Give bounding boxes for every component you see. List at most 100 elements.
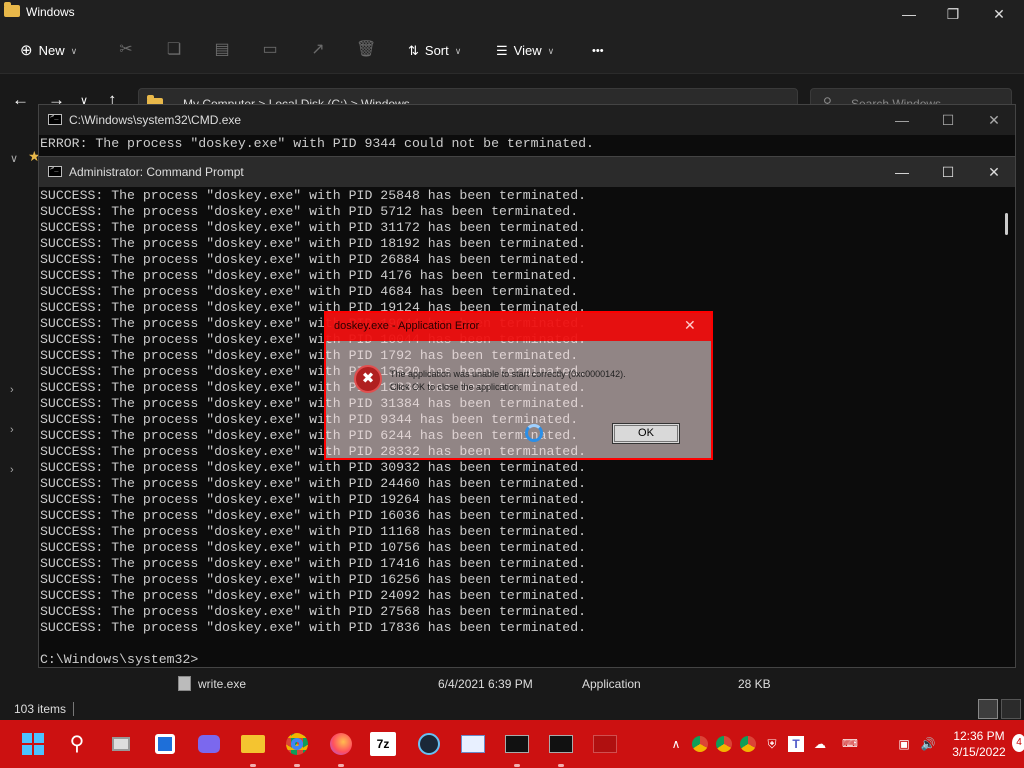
cmd-output-line: ERROR: The process "doskey.exe" with PID… <box>40 136 594 151</box>
sort-label: Sort <box>424 43 449 58</box>
scrollbar-thumb[interactable] <box>1005 213 1008 235</box>
delete-icon[interactable]: 🗑 <box>356 40 376 60</box>
share-icon[interactable]: ↗ <box>308 40 328 60</box>
cmd-output-line: SUCCESS: The process "doskey.exe" with P… <box>40 508 587 523</box>
cmd-output-line: SUCCESS: The process "doskey.exe" with P… <box>40 268 579 283</box>
cmd-titlebar[interactable]: C:\Windows\system32\CMD.exe — ☐ ✕ <box>39 105 1015 135</box>
cmd-output-line: SUCCESS: The process "doskey.exe" with P… <box>40 204 579 219</box>
new-button[interactable]: ⊕ New ∨ <box>20 38 77 64</box>
cmd-output-line: SUCCESS: The process "doskey.exe" with P… <box>40 540 587 555</box>
expand-chevron-icon[interactable]: ∨ <box>10 152 18 165</box>
copy-icon[interactable]: ❏ <box>164 40 184 60</box>
close-icon[interactable]: ✕ <box>684 317 696 334</box>
taskbar: ⚲ 7z ∧ ⛨ T ☁ ⌨ ▣ 🔊 12:36 PM 3/15/2022 4 <box>0 720 1024 768</box>
teams-tray-icon[interactable]: T <box>788 736 804 752</box>
clock-date: 3/15/2022 <box>952 745 1006 759</box>
security-shield-icon[interactable]: ⛨ <box>764 736 780 752</box>
keyboard-icon[interactable]: ⌨ <box>842 736 858 752</box>
widgets-icon[interactable] <box>150 729 180 759</box>
dialog-message-line: The application was unable to start corr… <box>390 369 626 379</box>
cmd-window-back: C:\Windows\system32\CMD.exe — ☐ ✕ ERROR:… <box>38 104 1016 164</box>
minimize-icon[interactable]: — <box>879 105 925 135</box>
ok-button[interactable]: OK <box>612 423 680 444</box>
back-arrow-icon[interactable]: ← <box>12 90 29 110</box>
see-more-button[interactable]: ••• <box>592 38 604 64</box>
cut-icon[interactable]: ✂ <box>116 40 136 60</box>
expand-chevron-icon[interactable]: › <box>10 384 14 396</box>
terminal-icon[interactable] <box>502 729 532 759</box>
cmd-output-line: SUCCESS: The process "doskey.exe" with P… <box>40 588 587 603</box>
clock-time: 12:36 PM <box>953 729 1005 743</box>
sort-button[interactable]: ⇅ Sort ∨ <box>408 38 461 64</box>
start-icon[interactable] <box>18 729 48 759</box>
running-indicator <box>250 764 256 767</box>
chevron-up-icon[interactable]: ∧ <box>668 736 684 752</box>
dialog-titlebar[interactable]: doskey.exe - Application Error ✕ <box>326 313 711 341</box>
cmd-prompt[interactable]: C:\Windows\system32> <box>40 652 198 667</box>
cmd-icon <box>48 164 62 177</box>
minimize-icon[interactable]: — <box>886 0 932 28</box>
chrome-tray-icon[interactable] <box>692 736 708 752</box>
cmd-output-line: SUCCESS: The process "doskey.exe" with P… <box>40 620 587 635</box>
cmd-output-line: SUCCESS: The process "doskey.exe" with P… <box>40 604 587 619</box>
chevron-down-icon: ∨ <box>454 46 462 56</box>
chrome-icon[interactable] <box>282 729 312 759</box>
close-icon[interactable]: ✕ <box>971 157 1015 187</box>
minimize-icon[interactable]: — <box>879 157 925 187</box>
app-icon[interactable] <box>590 729 620 759</box>
view-button[interactable]: ☰ View ∨ <box>496 38 554 64</box>
cmd-title: C:\Windows\system32\CMD.exe <box>69 113 242 127</box>
expand-chevron-icon[interactable]: › <box>10 464 14 476</box>
cmd-output-line: SUCCESS: The process "doskey.exe" with P… <box>40 236 587 251</box>
chevron-down-icon: ∨ <box>547 46 555 56</box>
dialog-title: doskey.exe - Application Error <box>334 320 480 332</box>
close-icon[interactable]: ✕ <box>971 105 1017 135</box>
busy-cursor-icon <box>525 424 543 442</box>
running-indicator <box>338 764 344 767</box>
paste-icon[interactable]: ▤ <box>212 40 232 60</box>
terminal-icon[interactable] <box>546 729 576 759</box>
exe-file-icon <box>178 676 191 691</box>
7zip-icon[interactable]: 7z <box>370 732 396 756</box>
resource-monitor-icon[interactable] <box>458 729 488 759</box>
teams-chat-icon[interactable] <box>194 729 224 759</box>
file-explorer-icon[interactable] <box>238 729 268 759</box>
explorer-titlebar[interactable]: Windows — ❐ ✕ <box>0 0 1024 28</box>
sort-icon: ⇅ <box>408 43 419 58</box>
cmd-output-line: SUCCESS: The process "doskey.exe" with P… <box>40 188 587 203</box>
cloud-icon[interactable]: ☁ <box>812 736 828 752</box>
network-icon[interactable]: ▣ <box>896 736 912 752</box>
cmd-output-line: SUCCESS: The process "doskey.exe" with P… <box>40 252 587 267</box>
plus-circle-icon: ⊕ <box>20 42 33 59</box>
running-indicator <box>514 764 520 767</box>
cmd-output-line: SUCCESS: The process "doskey.exe" with P… <box>40 460 587 475</box>
new-label: New <box>38 43 65 58</box>
close-icon[interactable]: ✕ <box>976 0 1022 28</box>
cmd-titlebar[interactable]: Administrator: Command Prompt — ☐ ✕ <box>39 157 1015 187</box>
file-size: 28 KB <box>738 677 771 691</box>
details-view-button[interactable] <box>978 699 998 719</box>
running-indicator <box>558 764 564 767</box>
expand-chevron-icon[interactable]: › <box>10 424 14 436</box>
volume-icon[interactable]: 🔊 <box>920 736 936 752</box>
firefox-icon[interactable] <box>326 729 356 759</box>
cmd-title: Administrator: Command Prompt <box>69 165 244 179</box>
clock[interactable]: 12:36 PM 3/15/2022 <box>944 728 1014 760</box>
chrome-tray-icon[interactable] <box>740 736 756 752</box>
file-date: 6/4/2021 6:39 PM <box>438 677 533 691</box>
cmd-output-line: SUCCESS: The process "doskey.exe" with P… <box>40 476 587 491</box>
maximize-icon[interactable]: ☐ <box>925 157 971 187</box>
search-icon[interactable]: ⚲ <box>62 729 92 759</box>
chrome-tray-icon[interactable] <box>716 736 732 752</box>
task-view-icon[interactable] <box>106 729 136 759</box>
restore-icon[interactable]: ❐ <box>930 0 976 28</box>
dialog-message: The application was unable to start corr… <box>390 368 690 394</box>
maximize-icon[interactable]: ☐ <box>925 105 971 135</box>
cmd-output-line: SUCCESS: The process "doskey.exe" with P… <box>40 492 587 507</box>
file-type: Application <box>582 677 641 691</box>
steam-icon[interactable] <box>414 729 444 759</box>
rename-icon[interactable]: ▭ <box>260 40 280 60</box>
notification-badge[interactable]: 4 <box>1012 734 1024 752</box>
tiles-view-button[interactable] <box>1001 699 1021 719</box>
table-row[interactable]: write.exe 6/4/2021 6:39 PM Application 2… <box>160 672 1020 696</box>
